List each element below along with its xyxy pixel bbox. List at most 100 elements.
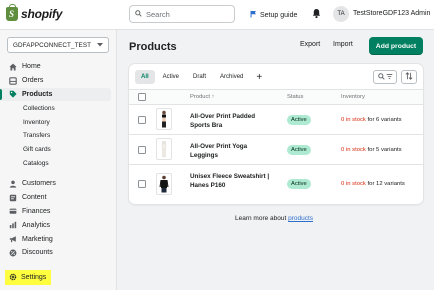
view-tabs: All Active Draft Archived +	[135, 70, 267, 84]
sidebar-item-label: Home	[22, 63, 41, 71]
bell-icon[interactable]	[312, 8, 321, 21]
sidebar-item-content[interactable]: Content	[0, 191, 117, 205]
add-view-button[interactable]: +	[251, 70, 267, 84]
products-help-link[interactable]: products	[288, 215, 313, 222]
column-inventory: Inventory	[341, 94, 365, 100]
sidebar-item-analytics[interactable]: Analytics	[0, 218, 117, 232]
search-box[interactable]	[129, 5, 235, 23]
products-card: All Active Draft Archived + Product ↑ St…	[129, 64, 423, 204]
filter-icon	[386, 73, 393, 82]
sidebar-item-label: Discounts	[22, 249, 53, 257]
table-header: Product ↑ Status Inventory	[129, 89, 423, 105]
sidebar-subitem-collections[interactable]: Collections	[0, 101, 117, 115]
row-checkbox[interactable]	[138, 116, 146, 124]
search-icon	[377, 72, 385, 82]
sidebar-item-orders[interactable]: Orders	[0, 74, 117, 88]
sidebar-item-marketing[interactable]: Marketing	[0, 232, 117, 246]
inventory-zero: 0 in stock	[341, 147, 366, 153]
search-filter-button[interactable]	[373, 70, 397, 84]
search-input[interactable]	[146, 9, 226, 19]
status-badge: Active	[287, 115, 311, 125]
marketing-icon	[9, 235, 17, 243]
search-icon	[135, 9, 142, 19]
store-selector[interactable]: GDFAPPCONNECT_TEST	[7, 37, 109, 53]
setup-guide-label: Setup guide	[260, 11, 298, 19]
sidebar-item-products[interactable]: Products	[0, 87, 111, 102]
analytics-icon	[9, 221, 17, 229]
product-thumbnail	[156, 173, 172, 195]
inventory-zero: 0 in stock	[341, 181, 366, 187]
gear-icon	[9, 273, 17, 283]
tag-icon	[9, 90, 17, 99]
product-name[interactable]: Unisex Fleece Sweatshirt | Hanes P160	[190, 172, 275, 190]
product-thumbnail	[156, 138, 172, 160]
column-status: Status	[287, 94, 304, 100]
row-checkbox[interactable]	[138, 180, 146, 188]
import-button[interactable]: Import	[333, 41, 353, 48]
table-row[interactable]: Unisex Fleece Sweatshirt | Hanes P160 Ac…	[129, 165, 423, 204]
inventory-variants: for 6 variants	[365, 117, 402, 123]
sidebar: GDFAPPCONNECT_TEST Home Orders Products …	[0, 30, 117, 290]
status-badge: Active	[287, 145, 311, 155]
product-name[interactable]: All-Over Print Padded Sports Bra	[190, 112, 275, 130]
column-product[interactable]: Product ↑	[190, 94, 215, 100]
inventory-text: 0 in stock for 5 variants	[341, 147, 402, 153]
person-icon	[9, 180, 17, 188]
sidebar-item-label: Settings	[21, 274, 47, 281]
column-product-label: Product	[190, 94, 210, 100]
inventory-variants: for 12 variants	[365, 181, 405, 187]
finances-icon	[9, 207, 17, 215]
sort-icon	[405, 72, 413, 82]
sidebar-item-discounts[interactable]: Discounts	[0, 246, 117, 260]
setup-guide-link[interactable]: Setup guide	[250, 10, 297, 20]
avatar[interactable]: TA	[333, 6, 349, 22]
chevron-down-icon	[97, 42, 103, 49]
sidebar-subitem-transfers[interactable]: Transfers	[0, 129, 117, 143]
select-all-checkbox[interactable]	[138, 93, 146, 101]
sidebar-item-home[interactable]: Home	[0, 60, 117, 74]
learn-more-text: Learn more about products	[235, 215, 313, 222]
inventory-text: 0 in stock for 12 variants	[341, 181, 405, 187]
sort-button[interactable]	[401, 70, 417, 84]
shopify-logo[interactable]: shopify	[6, 4, 63, 21]
row-checkbox[interactable]	[138, 146, 146, 154]
tab-archived[interactable]: Archived	[214, 70, 249, 84]
inventory-variants: for 5 variants	[365, 147, 402, 153]
sidebar-item-label: Customers	[22, 180, 56, 188]
flag-icon	[250, 10, 257, 20]
sidebar-subitem-catalogs[interactable]: Catalogs	[0, 157, 117, 171]
discount-icon	[9, 249, 17, 257]
sidebar-item-label: Products	[22, 90, 53, 98]
shopify-bag-icon	[6, 4, 18, 21]
sidebar-item-finances[interactable]: Finances	[0, 205, 117, 219]
store-admin-name[interactable]: TestStoreGDF123 Admin	[353, 10, 430, 17]
page-title: Products	[129, 41, 177, 53]
sidebar-item-label: Marketing	[22, 235, 53, 243]
tab-all[interactable]: All	[135, 70, 155, 84]
sidebar-item-label: Content	[22, 194, 47, 202]
inventory-zero: 0 in stock	[341, 117, 366, 123]
sidebar-item-label: Analytics	[22, 221, 51, 229]
inventory-text: 0 in stock for 6 variants	[341, 117, 402, 123]
sidebar-item-label: Finances	[22, 207, 51, 215]
store-selector-label: GDFAPPCONNECT_TEST	[13, 41, 92, 49]
top-bar: shopify Setup guide TA TestStoreGDF123 A…	[0, 0, 434, 30]
add-product-button[interactable]: Add product	[369, 37, 423, 55]
sidebar-subitem-inventory[interactable]: Inventory	[0, 115, 117, 129]
main-nav: Home Orders Products Collections Invento…	[0, 60, 117, 170]
learn-more-label: Learn more about	[235, 215, 289, 222]
sidebar-item-customers[interactable]: Customers	[0, 177, 117, 191]
product-thumbnail	[156, 108, 172, 130]
sort-arrow-icon: ↑	[211, 94, 215, 100]
sidebar-item-settings[interactable]: Settings	[5, 270, 51, 285]
tab-draft[interactable]: Draft	[187, 70, 212, 84]
product-name[interactable]: All-Over Print Yoga Leggings	[190, 142, 275, 160]
sidebar-subitem-gift-cards[interactable]: Gift cards	[0, 143, 117, 157]
logo-text: shopify	[21, 7, 63, 21]
tab-active[interactable]: Active	[157, 70, 185, 84]
table-row[interactable]: All-Over Print Yoga Leggings Active 0 in…	[129, 135, 423, 165]
table-row[interactable]: All-Over Print Padded Sports Bra Active …	[129, 105, 423, 135]
export-button[interactable]: Export	[300, 41, 320, 48]
secondary-nav: Customers Content Finances Analytics Mar…	[0, 177, 117, 260]
home-icon	[9, 63, 17, 71]
